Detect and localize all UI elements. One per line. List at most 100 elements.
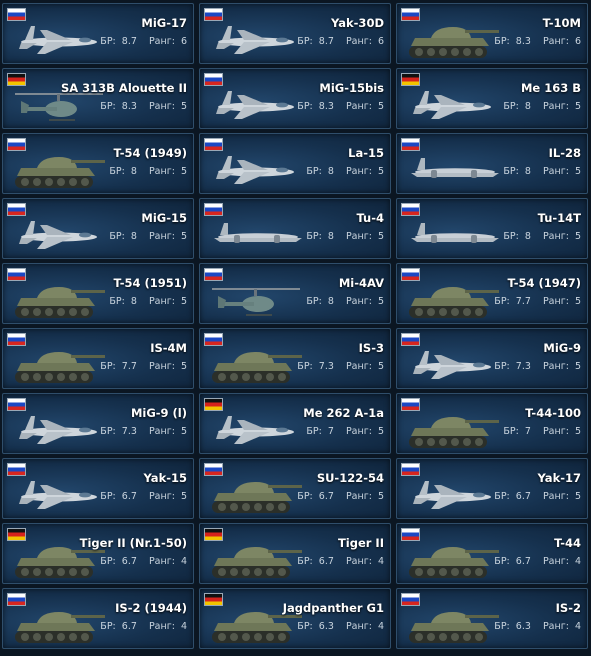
br-value: 8 [327,296,334,307]
vehicle-stats: БР: 8 Ранг: 5 [306,296,384,307]
br-value: 8.3 [121,101,137,112]
rank-value: 5 [574,101,581,112]
vehicle-stats: БР: 7 Ранг: 5 [306,426,384,437]
bomber-icon [411,223,499,243]
vehicle-card-8[interactable]: IL-28 БР: 8 Ранг: 5 [396,133,588,194]
jet-icon [413,91,491,119]
vehicle-name: IS-4M [150,341,187,355]
rank-value: 5 [377,361,384,372]
br-value: 8 [524,166,531,177]
vehicle-card-28[interactable]: Jagdpanther G1 БР: 6.3 Ранг: 4 [199,588,391,649]
vehicle-stats: БР: 6.7 Ранг: 5 [494,491,581,502]
br-value: 6.7 [515,491,531,502]
vehicle-card-2[interactable]: T-10M БР: 8.3 Ранг: 6 [396,3,588,64]
br-value: 8.7 [121,36,137,47]
vehicle-card-25[interactable]: Tiger II БР: 6.7 Ранг: 4 [199,523,391,584]
br-value: 8 [130,231,137,242]
vehicle-card-19[interactable]: Me 262 A-1a БР: 7 Ранг: 5 [199,393,391,454]
vehicle-card-17[interactable]: MiG-9 БР: 7.3 Ранг: 5 [396,328,588,389]
vehicle-name: MiG-9 (l) [130,406,187,420]
vehicle-card-23[interactable]: Yak-17 БР: 6.7 Ранг: 5 [396,458,588,519]
vehicle-card-0[interactable]: MiG-17 БР: 8.7 Ранг: 6 [2,3,194,64]
vehicle-card-27[interactable]: IS-2 (1944) БР: 6.7 Ранг: 4 [2,588,194,649]
rank-label: Ранг: [345,556,375,567]
vehicle-name: Me 163 B [520,81,581,95]
br-value: 8.3 [318,101,334,112]
vehicle-card-6[interactable]: T-54 (1949) БР: 8 Ранг: 5 [2,133,194,194]
vehicle-name: Tiger II (Nr.1-50) [79,536,187,550]
vehicle-card-5[interactable]: Me 163 B БР: 8 Ранг: 5 [396,68,588,129]
vehicle-stats: БР: 8 Ранг: 5 [109,296,187,307]
vehicle-card-13[interactable]: Mi-4AV БР: 8 Ранг: 5 [199,263,391,324]
jet-icon [216,416,294,444]
br-label: БР: [109,166,128,177]
vehicle-stats: БР: 6.3 Ранг: 4 [494,621,581,632]
rank-label: Ранг: [148,101,178,112]
vehicle-card-9[interactable]: MiG-15 БР: 8 Ранг: 5 [2,198,194,259]
vehicle-card-22[interactable]: SU-122-54 БР: 6.7 Ранг: 5 [199,458,391,519]
rank-value: 5 [574,361,581,372]
rank-label: Ранг: [542,231,572,242]
vehicle-card-14[interactable]: T-54 (1947) БР: 7.7 Ранг: 5 [396,263,588,324]
vehicle-name: SU-122-54 [316,471,384,485]
vehicle-stats: БР: 8.3 Ранг: 6 [494,36,581,47]
vehicle-name: Yak-15 [143,471,187,485]
vehicle-card-20[interactable]: T-44-100 БР: 7 Ранг: 5 [396,393,588,454]
vehicle-name: Tu-4 [356,211,384,225]
br-value: 8 [130,166,137,177]
rank-value: 5 [574,426,581,437]
br-value: 8 [327,231,334,242]
rank-label: Ранг: [345,231,375,242]
vehicle-stats: БР: 8 Ранг: 5 [503,101,581,112]
rank-label: Ранг: [542,361,572,372]
vehicle-name: Yak-30D [330,16,384,30]
rank-label: Ранг: [542,491,572,502]
vehicle-stats: БР: 8 Ранг: 5 [503,231,581,242]
vehicle-card-16[interactable]: IS-3 БР: 7.3 Ранг: 5 [199,328,391,389]
rank-value: 5 [377,491,384,502]
vehicle-name: IS-2 (1944) [115,601,187,615]
br-label: БР: [100,36,119,47]
vehicle-stats: БР: 8.7 Ранг: 6 [100,36,187,47]
vehicle-card-26[interactable]: T-44 БР: 6.7 Ранг: 4 [396,523,588,584]
vehicle-name: MiG-15bis [319,81,384,95]
vehicle-stats: БР: 8 Ранг: 5 [306,166,384,177]
vehicle-grid: MiG-17 БР: 8.7 Ранг: 6 Yak-30D БР: 8.7 Р… [0,0,591,656]
br-value: 8.7 [318,36,334,47]
vehicle-card-21[interactable]: Yak-15 БР: 6.7 Ранг: 5 [2,458,194,519]
rank-label: Ранг: [148,166,178,177]
vehicle-stats: БР: 8 Ранг: 5 [109,166,187,177]
vehicle-card-11[interactable]: Tu-14T БР: 8 Ранг: 5 [396,198,588,259]
rank-value: 5 [180,101,187,112]
vehicle-card-10[interactable]: Tu-4 БР: 8 Ранг: 5 [199,198,391,259]
rank-value: 4 [377,556,384,567]
vehicle-card-15[interactable]: IS-4M БР: 7.7 Ранг: 5 [2,328,194,389]
vehicle-card-29[interactable]: IS-2 БР: 6.3 Ранг: 4 [396,588,588,649]
vehicle-card-3[interactable]: SA 313B Alouette II БР: 8.3 Ранг: 5 [2,68,194,129]
rank-label: Ранг: [542,426,572,437]
rank-label: Ранг: [148,296,178,307]
vehicle-name: Yak-17 [537,471,581,485]
rank-label: Ранг: [148,621,178,632]
vehicle-card-24[interactable]: Tiger II (Nr.1-50) БР: 6.7 Ранг: 4 [2,523,194,584]
br-label: БР: [503,101,522,112]
rank-label: Ранг: [345,101,375,112]
tank-icon [409,287,499,318]
vehicle-card-1[interactable]: Yak-30D БР: 8.7 Ранг: 6 [199,3,391,64]
br-value: 7.7 [515,296,531,307]
rank-value: 5 [574,491,581,502]
vehicle-card-12[interactable]: T-54 (1951) БР: 8 Ранг: 5 [2,263,194,324]
br-label: БР: [503,166,522,177]
rank-value: 5 [180,491,187,502]
rank-value: 5 [377,101,384,112]
jet-icon [19,26,97,54]
vehicle-card-4[interactable]: MiG-15bis БР: 8.3 Ранг: 5 [199,68,391,129]
vehicle-name: Tu-14T [537,211,581,225]
br-value: 6.7 [318,556,334,567]
br-label: БР: [503,426,522,437]
vehicle-name: T-44 [554,536,581,550]
vehicle-card-7[interactable]: La-15 БР: 8 Ранг: 5 [199,133,391,194]
vehicle-name: T-54 (1949) [113,146,187,160]
vehicle-card-18[interactable]: MiG-9 (l) БР: 7.3 Ранг: 5 [2,393,194,454]
br-label: БР: [503,231,522,242]
